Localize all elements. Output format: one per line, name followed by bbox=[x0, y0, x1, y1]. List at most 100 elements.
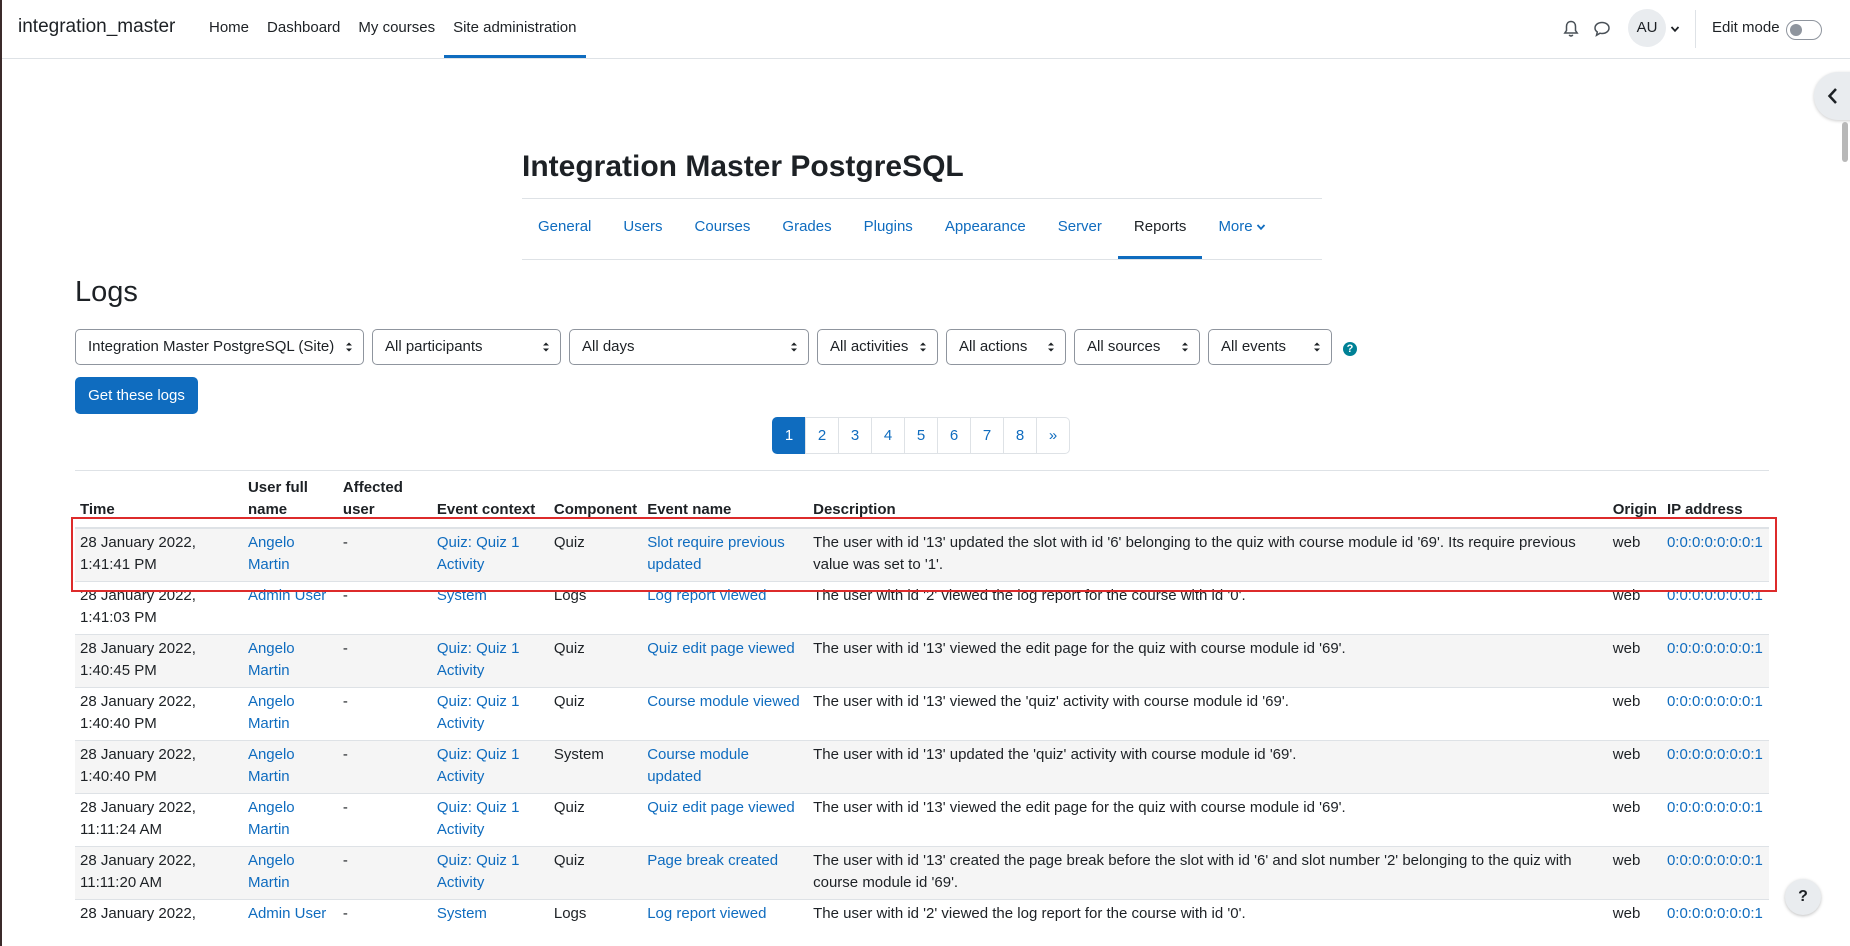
events-select[interactable]: All events bbox=[1208, 329, 1332, 365]
page-2[interactable]: 2 bbox=[805, 417, 839, 454]
help-button[interactable]: ? bbox=[1785, 879, 1821, 915]
cell-context-link[interactable]: Quiz: Quiz 1 Activity bbox=[431, 634, 549, 688]
cell-event-link[interactable]: Course module viewed bbox=[642, 687, 809, 741]
cell-context-link[interactable]: Quiz: Quiz 1 Activity bbox=[431, 527, 549, 582]
cell-event-link[interactable]: Quiz edit page viewed bbox=[642, 634, 809, 688]
question-circle-icon[interactable]: ? bbox=[1343, 342, 1357, 356]
nav-my-courses[interactable]: My courses bbox=[349, 0, 444, 58]
cell-event-link[interactable]: Log report viewed bbox=[642, 899, 809, 930]
bell-icon[interactable] bbox=[1563, 20, 1579, 38]
column-header-user-full-name[interactable]: User full name bbox=[242, 470, 338, 529]
cell-context-link[interactable]: Quiz: Quiz 1 Activity bbox=[431, 846, 549, 900]
actions-select[interactable]: All actions bbox=[946, 329, 1066, 365]
cell-affected-user: - bbox=[337, 527, 432, 582]
tab-server[interactable]: Server bbox=[1042, 199, 1118, 259]
tab-users[interactable]: Users bbox=[607, 199, 678, 259]
cell-event-link[interactable]: Slot require previous updated bbox=[642, 527, 809, 582]
days-select[interactable]: All days bbox=[569, 329, 809, 365]
cell-time: 28 January 2022, bbox=[75, 899, 243, 930]
logs-heading: Logs bbox=[75, 276, 138, 308]
cell-event-link[interactable]: Course module updated bbox=[642, 740, 809, 794]
events-select-value: All events bbox=[1221, 338, 1287, 355]
column-header-origin[interactable]: Origin bbox=[1607, 470, 1662, 529]
column-header-event-name[interactable]: Event name bbox=[642, 470, 809, 529]
tab-grades[interactable]: Grades bbox=[766, 199, 847, 259]
table-header-row: Time User full name Affected user Event … bbox=[75, 470, 1769, 529]
top-navbar: integration_master Home Dashboard My cou… bbox=[2, 0, 1850, 59]
chevron-down-icon[interactable] bbox=[1670, 24, 1680, 34]
sources-select[interactable]: All sources bbox=[1074, 329, 1200, 365]
cell-context-link[interactable]: System bbox=[431, 899, 549, 930]
user-avatar[interactable]: AU bbox=[1628, 9, 1666, 47]
tab-plugins[interactable]: Plugins bbox=[848, 199, 929, 259]
cell-user-link[interactable]: Angelo Martin bbox=[242, 793, 338, 847]
cell-affected-user: - bbox=[337, 634, 432, 688]
nav-site-administration[interactable]: Site administration bbox=[444, 0, 586, 58]
tab-reports[interactable]: Reports bbox=[1117, 199, 1203, 259]
cell-user-link[interactable]: Angelo Martin bbox=[242, 527, 338, 582]
cell-origin: web bbox=[1607, 687, 1662, 741]
cell-context-link[interactable]: Quiz: Quiz 1 Activity bbox=[431, 793, 549, 847]
page-5[interactable]: 5 bbox=[904, 417, 938, 454]
cell-user-link[interactable]: Angelo Martin bbox=[242, 846, 338, 900]
select-arrows-icon bbox=[1314, 342, 1320, 352]
table-row: 28 January 2022, 1:40:40 PM Angelo Marti… bbox=[75, 687, 1769, 741]
tab-appearance[interactable]: Appearance bbox=[929, 199, 1042, 259]
page-3[interactable]: 3 bbox=[838, 417, 872, 454]
column-header-description[interactable]: Description bbox=[808, 470, 1608, 529]
page-7[interactable]: 7 bbox=[970, 417, 1004, 454]
column-header-affected-user[interactable]: Affected user bbox=[337, 470, 432, 529]
course-select[interactable]: Integration Master PostgreSQL (Site) bbox=[75, 329, 364, 365]
cell-ip-link[interactable]: 0:0:0:0:0:0:0:1 bbox=[1661, 740, 1769, 794]
page-8[interactable]: 8 bbox=[1003, 417, 1037, 454]
column-header-component[interactable]: Component bbox=[548, 470, 643, 529]
page-next[interactable]: » bbox=[1036, 417, 1070, 454]
cell-user-link[interactable]: Admin User bbox=[242, 581, 338, 635]
course-select-value: Integration Master PostgreSQL (Site) bbox=[88, 338, 335, 355]
site-brand[interactable]: integration_master bbox=[18, 16, 175, 38]
cell-user-link[interactable]: Angelo Martin bbox=[242, 634, 338, 688]
page-4[interactable]: 4 bbox=[871, 417, 905, 454]
cell-event-link[interactable]: Log report viewed bbox=[642, 581, 809, 635]
cell-time: 28 January 2022, 11:11:20 AM bbox=[75, 846, 243, 900]
chat-icon[interactable] bbox=[1593, 20, 1611, 38]
activities-select[interactable]: All activities bbox=[817, 329, 938, 365]
cell-event-link[interactable]: Quiz edit page viewed bbox=[642, 793, 809, 847]
tab-courses[interactable]: Courses bbox=[679, 199, 767, 259]
tab-more[interactable]: More bbox=[1202, 199, 1281, 259]
sources-select-value: All sources bbox=[1087, 338, 1161, 355]
page-6[interactable]: 6 bbox=[937, 417, 971, 454]
page-1[interactable]: 1 bbox=[772, 417, 806, 454]
nav-home[interactable]: Home bbox=[200, 0, 258, 58]
column-header-event-context[interactable]: Event context bbox=[431, 470, 549, 529]
cell-affected-user: - bbox=[337, 687, 432, 741]
page-scrollbar[interactable] bbox=[1842, 122, 1848, 162]
participants-select[interactable]: All participants bbox=[372, 329, 561, 365]
get-logs-button[interactable]: Get these logs bbox=[75, 377, 198, 414]
cell-event-link[interactable]: Page break created bbox=[642, 846, 809, 900]
cell-user-link[interactable]: Admin User bbox=[242, 899, 338, 930]
cell-context-link[interactable]: System bbox=[431, 581, 549, 635]
cell-ip-link[interactable]: 0:0:0:0:0:0:0:1 bbox=[1661, 687, 1769, 741]
cell-user-link[interactable]: Angelo Martin bbox=[242, 740, 338, 794]
cell-ip-link[interactable]: 0:0:0:0:0:0:0:1 bbox=[1661, 846, 1769, 900]
cell-ip-link[interactable]: 0:0:0:0:0:0:0:1 bbox=[1661, 793, 1769, 847]
cell-origin: web bbox=[1607, 793, 1662, 847]
column-header-time[interactable]: Time bbox=[75, 470, 243, 529]
edit-mode-toggle[interactable] bbox=[1786, 20, 1822, 40]
column-header-ip-address[interactable]: IP address bbox=[1661, 470, 1769, 529]
cell-user-link[interactable]: Angelo Martin bbox=[242, 687, 338, 741]
cell-origin: web bbox=[1607, 634, 1662, 688]
cell-description: The user with id '13' updated the slot w… bbox=[808, 527, 1608, 582]
cell-origin: web bbox=[1607, 899, 1662, 930]
drawer-toggle-button[interactable] bbox=[1814, 72, 1850, 120]
cell-ip-link[interactable]: 0:0:0:0:0:0:0:1 bbox=[1661, 634, 1769, 688]
nav-dashboard[interactable]: Dashboard bbox=[258, 0, 349, 58]
cell-ip-link[interactable]: 0:0:0:0:0:0:0:1 bbox=[1661, 899, 1769, 930]
cell-ip-link[interactable]: 0:0:0:0:0:0:0:1 bbox=[1661, 581, 1769, 635]
cell-origin: web bbox=[1607, 581, 1662, 635]
cell-context-link[interactable]: Quiz: Quiz 1 Activity bbox=[431, 687, 549, 741]
cell-context-link[interactable]: Quiz: Quiz 1 Activity bbox=[431, 740, 549, 794]
cell-ip-link[interactable]: 0:0:0:0:0:0:0:1 bbox=[1661, 527, 1769, 582]
tab-general[interactable]: General bbox=[522, 199, 607, 259]
